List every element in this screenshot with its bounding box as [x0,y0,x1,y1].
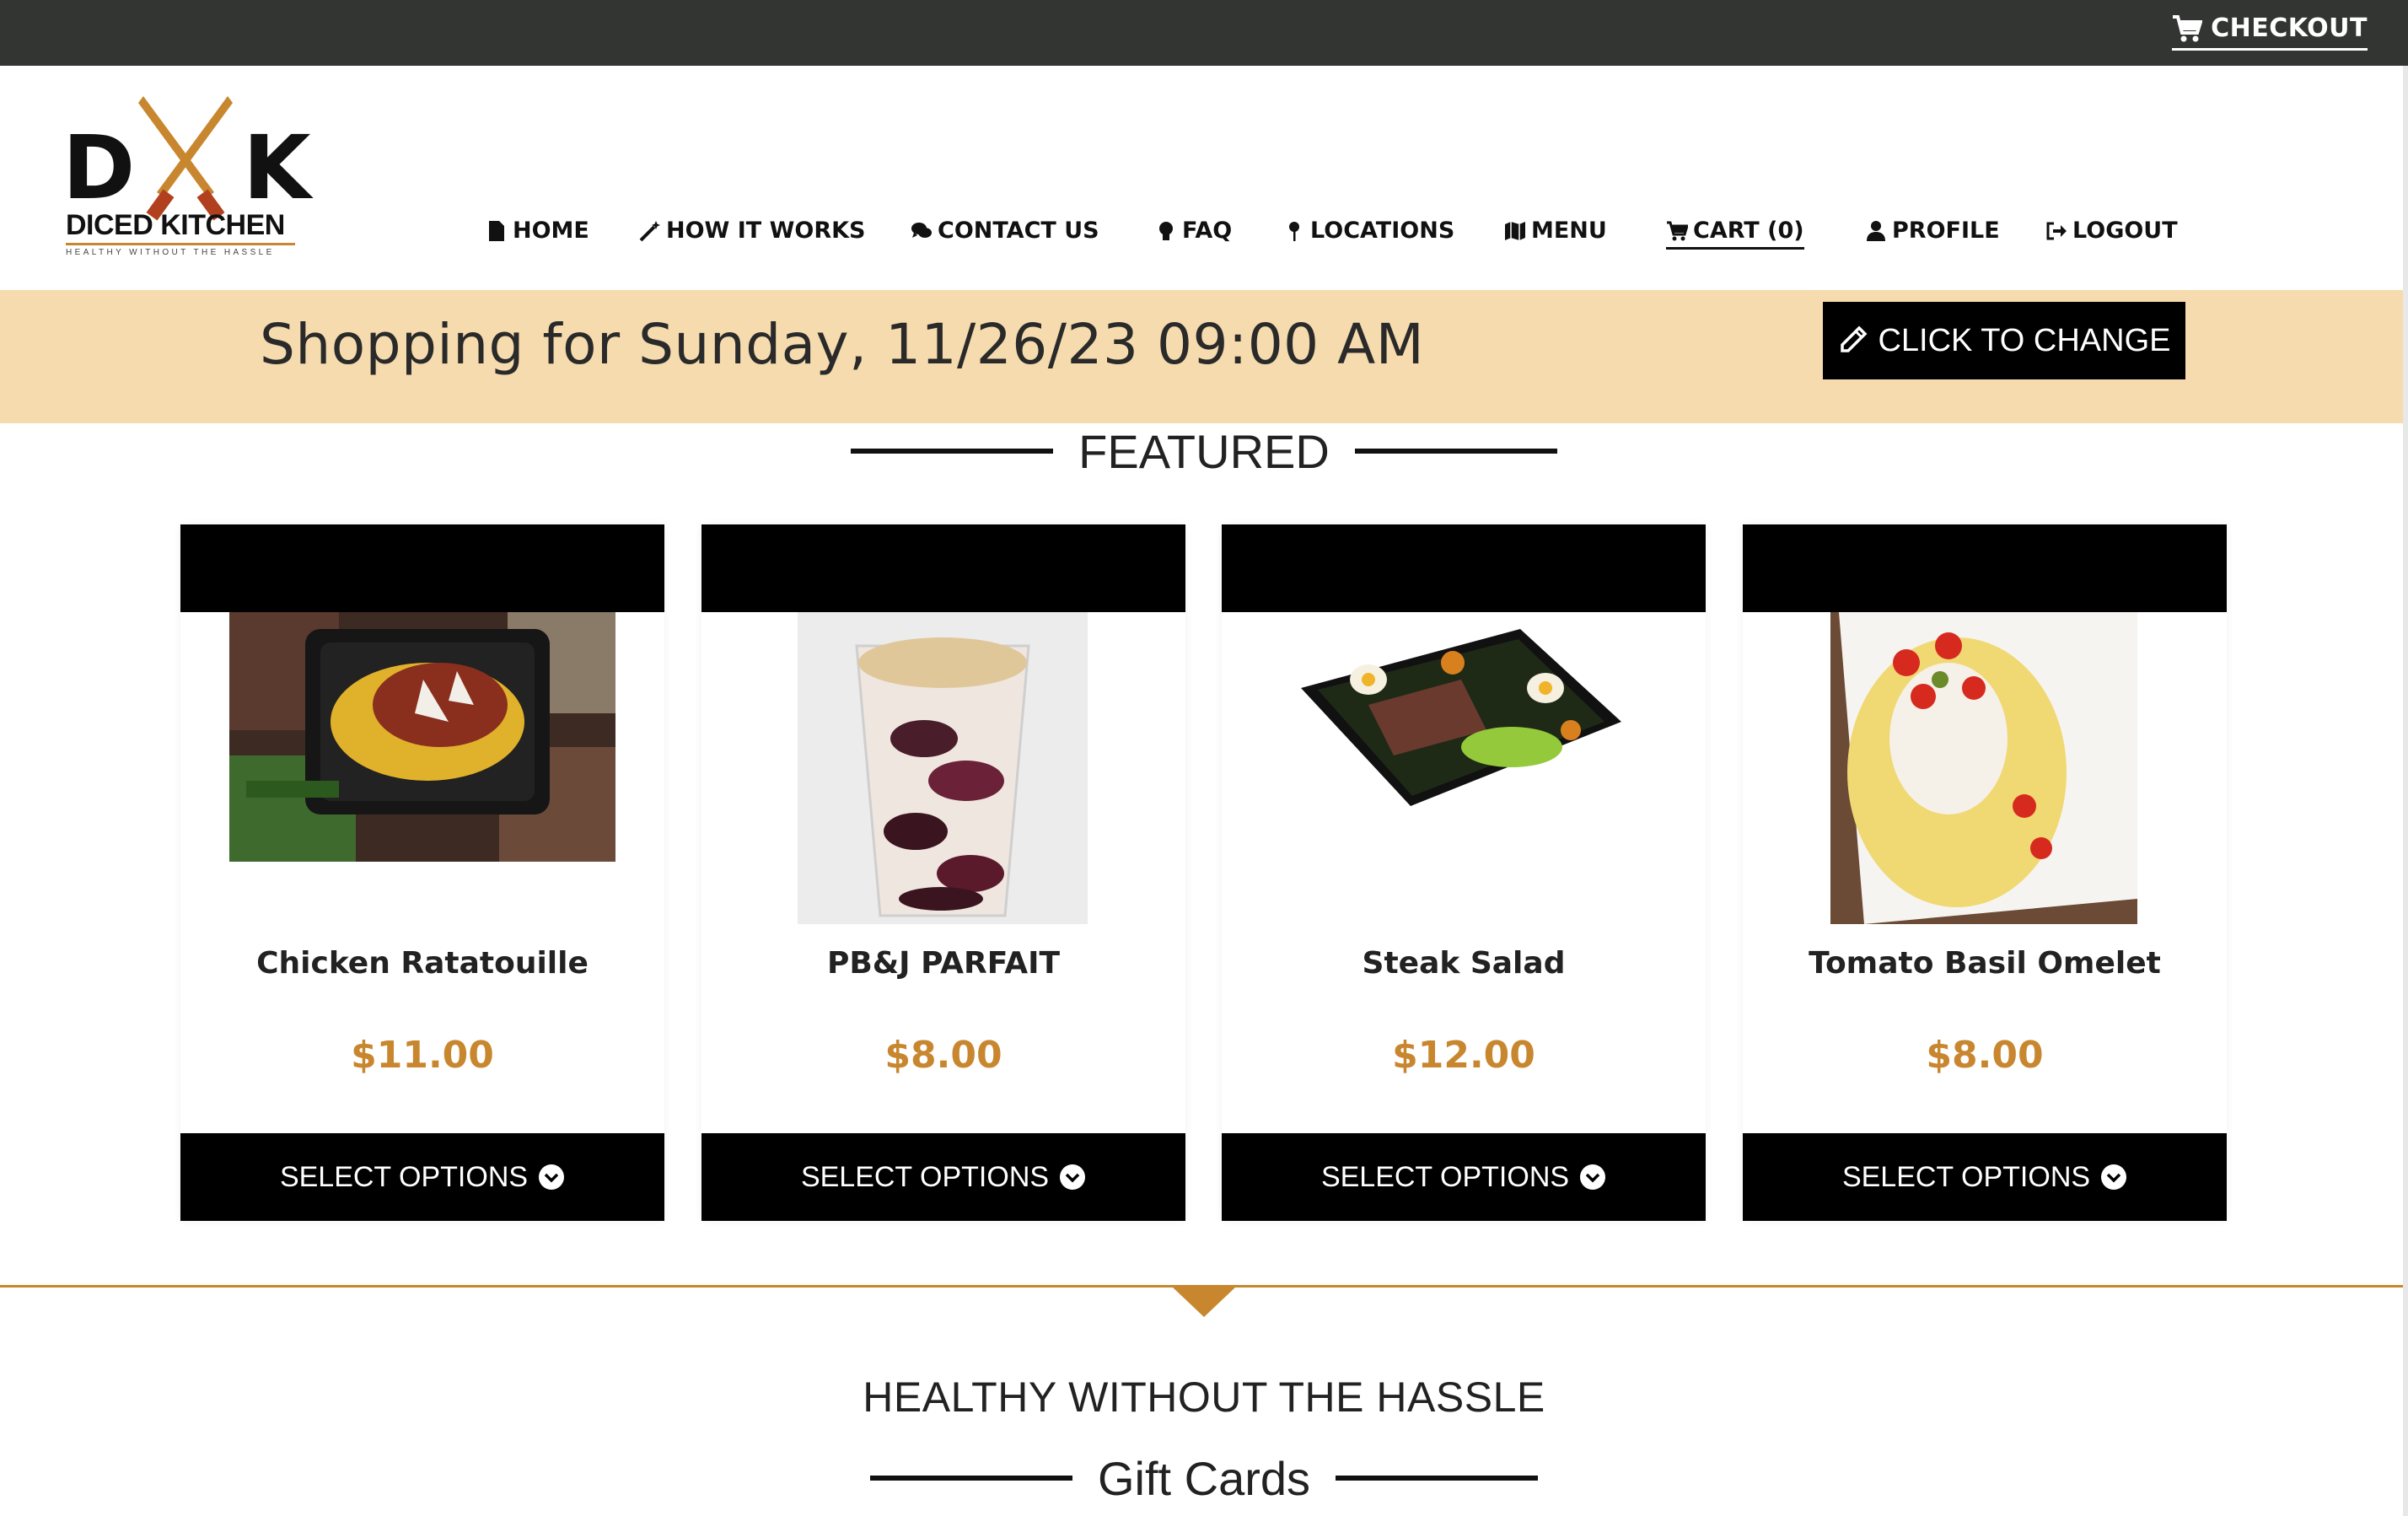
featured-title: FEATURED [1078,424,1330,478]
crossed-knives-icon [138,96,233,221]
product-price: $8.00 [884,1034,1002,1077]
map-icon [1505,221,1525,240]
change-date-label: CLICK TO CHANGE [1878,322,2171,358]
card-header-bar [1222,524,1706,612]
chevron-circle-down-icon [539,1164,565,1190]
heading-line-left [869,1476,1072,1481]
product-price: $12.00 [1392,1034,1535,1077]
divider-arrow-icon [1172,1287,1236,1317]
product-card[interactable]: Chicken Ratatouille $11.00 SELECT OPTION… [180,524,664,1221]
nav-item-label: HOME [513,218,589,244]
product-card[interactable]: Tomato Basil Omelet $8.00 SELECT OPTIONS [1743,524,2227,1221]
select-options-button[interactable]: SELECT OPTIONS [1222,1133,1706,1221]
chevron-circle-down-icon [1060,1164,1086,1190]
select-options-label: SELECT OPTIONS [279,1160,529,1193]
heading-line-right [1336,1476,1539,1481]
logo-mark: D K [62,96,311,221]
site-header: D K DICED KITCHEN HEALTHY WITHOUT THE HA… [0,66,2408,290]
heading-line-right [1354,449,1557,454]
nav-item-locations[interactable]: LOCATIONS [1283,218,1454,244]
logo-letter-d: D [62,116,136,219]
tomato-basil-omelet-image[interactable] [1830,612,2137,924]
lightbulb-icon [1159,221,1173,240]
select-options-label: SELECT OPTIONS [1841,1160,2091,1193]
product-name[interactable]: Chicken Ratatouille [180,946,664,981]
product-price: $8.00 [1926,1034,2044,1077]
nav-item-label: LOGOUT [2072,218,2178,244]
nav-item-label: CONTACT US [938,218,1099,244]
nav-item-label: PROFILE [1892,218,2000,244]
cart-icon [2173,14,2203,41]
sign-out-icon [2046,222,2067,239]
pencil-icon [1841,325,1868,352]
product-name[interactable]: PB&J PARFAIT [701,946,1185,981]
gift-cards-heading: Gift Cards [0,1449,2408,1508]
select-options-label: SELECT OPTIONS [1320,1160,1570,1193]
nav-item-label: LOCATIONS [1310,218,1455,244]
nav-item-profile[interactable]: PROFILE [1865,218,2000,244]
pbj-parfait-image[interactable] [798,612,1088,924]
featured-heading: FEATURED [0,422,2408,481]
nav-item-home[interactable]: HOME [486,218,589,244]
magic-wand-icon [639,220,660,241]
nav-item-logout[interactable]: LOGOUT [2045,218,2178,244]
chicken-ratatouille-image[interactable] [229,612,615,862]
select-options-button[interactable]: SELECT OPTIONS [1743,1133,2227,1221]
heading-line-left [851,449,1054,454]
select-options-button[interactable]: SELECT OPTIONS [701,1133,1185,1221]
gift-cards-title: Gift Cards [1097,1451,1311,1505]
file-icon [489,220,504,241]
card-header-bar [180,524,664,612]
nav-item-cart[interactable]: CART (0) [1666,218,1804,250]
nav-item-label: CART (0) [1693,218,1804,244]
steak-salad-image[interactable] [1267,612,1660,865]
nav-item-contact-us[interactable]: CONTACT US [911,218,1099,244]
product-price: $11.00 [351,1034,494,1077]
cart-icon [1667,221,1688,240]
card-header-bar [1743,524,2227,612]
nav-item-menu[interactable]: MENU [1504,218,1607,244]
map-pin-icon [1289,221,1299,241]
card-header-bar [701,524,1185,612]
chevron-circle-down-icon [2101,1164,2127,1190]
shopping-date-banner: Shopping for Sunday, 11/26/23 09:00 AM C… [0,290,2408,423]
user-icon [1867,220,1885,241]
nav-item-how-it-works[interactable]: HOW IT WORKS [639,218,866,244]
select-options-label: SELECT OPTIONS [800,1160,1050,1193]
chevron-circle-down-icon [1580,1164,1606,1190]
product-name[interactable]: Steak Salad [1222,946,1706,981]
main-nav: HOME HOW IT WORKS CONTACT US FAQ LOCATIO… [0,218,2408,251]
tagline-heading: HEALTHY WITHOUT THE HASSLE [863,1374,1545,1421]
checkout-label: CHECKOUT [2211,13,2368,43]
product-card[interactable]: Steak Salad $12.00 SELECT OPTIONS [1222,524,1706,1221]
select-options-button[interactable]: SELECT OPTIONS [180,1133,664,1221]
scrollbar-track[interactable] [2403,66,2408,1516]
chat-bubbles-icon [911,222,932,238]
change-date-button[interactable]: CLICK TO CHANGE [1823,302,2185,379]
logo-letter-k: K [243,116,311,219]
nav-item-label: HOW IT WORKS [666,218,866,244]
nav-item-label: MENU [1531,218,1607,244]
top-utility-bar: CHECKOUT [0,0,2408,66]
product-name[interactable]: Tomato Basil Omelet [1743,946,2227,981]
nav-item-faq[interactable]: FAQ [1155,218,1232,244]
nav-item-label: FAQ [1182,218,1233,244]
shopping-date-text: Shopping for Sunday, 11/26/23 09:00 AM [260,312,1425,377]
checkout-link[interactable]: CHECKOUT [2172,13,2368,51]
product-card[interactable]: PB&J PARFAIT $8.00 SELECT OPTIONS [701,524,1185,1221]
